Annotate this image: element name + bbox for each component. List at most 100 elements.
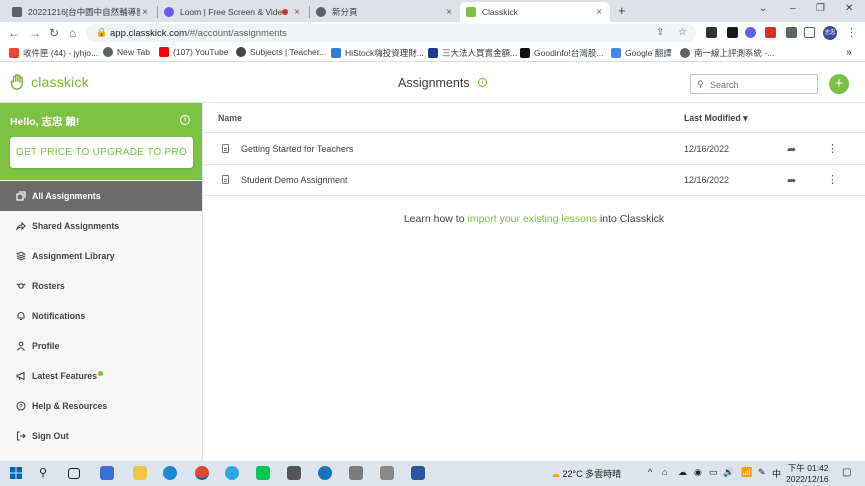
back-icon[interactable]: ← xyxy=(8,26,20,40)
share-page-icon[interactable]: ⇪ xyxy=(656,27,664,38)
browser-tab[interactable]: Loom | Free Screen & Video × xyxy=(158,2,308,22)
reload-icon[interactable]: ↻ xyxy=(49,26,59,40)
widgets-icon[interactable] xyxy=(100,466,114,480)
network-icon[interactable]: 📶 xyxy=(741,467,752,478)
bookmark-item[interactable]: 南一線上評測系統 -... xyxy=(680,47,774,59)
forward-icon[interactable]: → xyxy=(29,26,41,40)
share-icon[interactable]: ➦ xyxy=(787,174,796,187)
tray-app-icon[interactable]: ◉ xyxy=(694,467,702,478)
home-icon[interactable]: ⌂ xyxy=(69,26,76,40)
windows-start-icon[interactable] xyxy=(9,466,23,480)
tray-overflow-icon[interactable]: ^ xyxy=(648,467,652,477)
search-input[interactable] xyxy=(710,77,814,92)
pen-icon[interactable]: ✎ xyxy=(758,467,766,478)
close-tab-icon[interactable]: × xyxy=(444,7,454,18)
search-box[interactable]: ⚲ xyxy=(690,74,818,94)
more-options-icon[interactable]: ⋮ xyxy=(827,142,838,155)
bookmark-item[interactable]: (107) YouTube xyxy=(159,47,228,57)
browser-tab[interactable]: 新分頁 × xyxy=(310,2,460,22)
browser-menu-icon[interactable]: ⋮ xyxy=(846,26,857,39)
file-explorer-icon[interactable] xyxy=(133,466,147,480)
sidebar-item-assignment-library[interactable]: Assignment Library xyxy=(0,241,202,271)
bookmark-item[interactable]: Subjects | Teacher... xyxy=(236,47,326,57)
address-bar[interactable]: 🔒 app.classkick.com/#/account/assignment… xyxy=(86,24,696,42)
add-assignment-button[interactable]: + xyxy=(829,74,849,94)
assignment-title[interactable]: Student Demo Assignment xyxy=(241,175,348,185)
gmail-icon xyxy=(9,48,19,58)
share-icon[interactable]: ➦ xyxy=(787,143,796,156)
chrome-icon[interactable] xyxy=(195,466,209,480)
edge-icon[interactable] xyxy=(163,466,177,480)
bookmark-item[interactable]: New Tab xyxy=(103,47,150,57)
table-row[interactable]: Student Demo Assignment 12/16/2022 ➦ ⋮ xyxy=(203,165,865,196)
search-icon[interactable]: ⚲ xyxy=(39,466,53,480)
close-tab-icon[interactable]: × xyxy=(292,7,302,18)
maximize-icon[interactable]: ❐ xyxy=(816,3,825,14)
ime-indicator[interactable]: 中 xyxy=(772,467,781,480)
app-icon[interactable] xyxy=(287,466,301,480)
table-row[interactable]: Getting Started for Teachers 12/16/2022 … xyxy=(203,134,865,165)
more-options-icon[interactable]: ⋮ xyxy=(827,173,838,186)
classkick-app: classkick Assignments i ⚲ + Hello, 志忠 賴!… xyxy=(0,63,865,461)
line-icon[interactable] xyxy=(256,466,270,480)
column-header-name[interactable]: Name xyxy=(218,113,242,123)
bookmarks-overflow-icon[interactable]: » xyxy=(846,47,852,58)
volume-icon[interactable]: 🔊 xyxy=(723,467,734,478)
close-tab-icon[interactable]: × xyxy=(594,7,604,18)
app-icon[interactable] xyxy=(380,466,394,480)
new-tab-icon[interactable]: + xyxy=(618,3,626,18)
browser-tab[interactable]: 20221216[台中圖中自然輔導團] × xyxy=(6,2,156,22)
word-icon[interactable] xyxy=(411,466,425,480)
weather-widget[interactable]: ☁ 22°C 多雲時晴 xyxy=(551,467,621,480)
side-panel-icon[interactable] xyxy=(804,27,815,38)
classkick-logo[interactable]: classkick xyxy=(9,73,89,91)
sidebar-item-rosters[interactable]: Rosters xyxy=(0,271,202,301)
sidebar-item-latest-features[interactable]: Latest Features xyxy=(0,361,202,391)
telegram-icon[interactable] xyxy=(225,466,239,480)
cloud-icon[interactable]: ☁ xyxy=(678,467,687,478)
browser-tab-active[interactable]: Classkick × xyxy=(460,2,610,22)
site-icon xyxy=(428,48,438,58)
battery-icon[interactable]: ▭ xyxy=(709,467,718,478)
info-icon[interactable]: i xyxy=(478,78,487,87)
browser-toolbar: ← → ↻ ⌂ 🔒 app.classkick.com/#/account/as… xyxy=(0,22,865,44)
close-window-icon[interactable]: ✕ xyxy=(845,3,853,14)
internet-explorer-icon[interactable] xyxy=(318,466,332,480)
calculator-icon[interactable] xyxy=(349,466,363,480)
sidebar-item-help-resources[interactable]: ? Help & Resources xyxy=(0,391,202,421)
sidebar-item-shared-assignments[interactable]: Shared Assignments xyxy=(0,211,202,241)
tab-search-icon[interactable]: ⌄ xyxy=(759,3,767,14)
extension-icon[interactable] xyxy=(706,27,717,38)
column-header-last-modified[interactable]: Last Modified ▾ xyxy=(684,113,748,124)
lock-icon[interactable]: 🔒 xyxy=(96,27,107,38)
bookmark-item[interactable]: 三大法人買賣金額... xyxy=(428,47,517,59)
extension-icon[interactable] xyxy=(765,27,776,38)
upgrade-to-pro-button[interactable]: GET PRICE TO UPGRADE TO PRO xyxy=(10,137,193,168)
bookmark-item[interactable]: 收件匣 (44) - jyhjo... xyxy=(9,47,98,59)
sidebar-item-notifications[interactable]: Notifications xyxy=(0,301,202,331)
close-tab-icon[interactable]: × xyxy=(140,7,150,18)
bookmark-item[interactable]: Goodinfo!台灣股... xyxy=(520,47,603,59)
profile-avatar[interactable]: 志忠 xyxy=(823,26,837,40)
assignment-title[interactable]: Getting Started for Teachers xyxy=(241,144,353,154)
sidebar-item-profile[interactable]: Profile xyxy=(0,331,202,361)
bookmark-item[interactable]: Google 翻譯 xyxy=(611,47,672,59)
bookmark-star-icon[interactable]: ☆ xyxy=(678,27,687,38)
import-lessons-link[interactable]: import your existing lessons xyxy=(467,213,597,225)
task-view-icon[interactable] xyxy=(68,468,80,479)
tray-app-icon[interactable]: ⌂ xyxy=(662,467,667,477)
extension-icon[interactable] xyxy=(727,27,738,38)
minimize-icon[interactable]: – xyxy=(790,3,796,14)
sidebar-item-all-assignments[interactable]: All Assignments xyxy=(0,181,202,211)
url-text[interactable]: app.classkick.com/#/account/assignments xyxy=(110,28,287,39)
sidebar-item-sign-out[interactable]: Sign Out xyxy=(0,421,202,451)
loom-extension-icon[interactable] xyxy=(745,27,756,38)
info-icon[interactable]: i xyxy=(180,115,190,125)
notification-icon[interactable]: ▢ xyxy=(842,467,851,478)
bookmark-item[interactable]: HiStock嗨投資理財... xyxy=(331,47,424,59)
taskbar-clock[interactable]: 下午 01:42 2022/12/16 xyxy=(786,463,829,485)
library-icon xyxy=(16,251,26,261)
assignment-list-panel: Name Last Modified ▾ Getting Started for… xyxy=(203,103,865,461)
puzzle-icon[interactable] xyxy=(786,27,797,38)
assignment-date: 12/16/2022 xyxy=(684,175,730,185)
